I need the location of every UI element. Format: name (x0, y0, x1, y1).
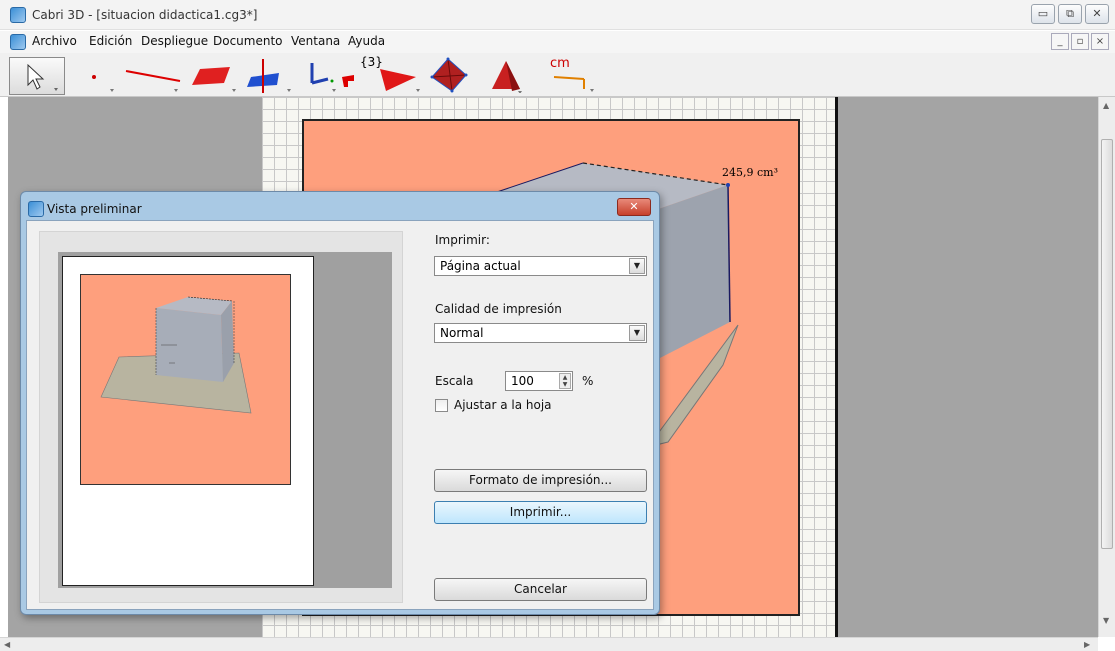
scale-unit: % (582, 374, 594, 388)
horizontal-scrollbar[interactable]: ◀ ▶ (0, 637, 1098, 651)
quality-label: Calidad de impresión (435, 302, 562, 316)
menu-ventana[interactable]: Ventana (291, 34, 340, 48)
polyhedron-tool[interactable] (428, 57, 472, 93)
vertical-scrollbar[interactable]: ▲ ▼ (1098, 97, 1115, 637)
volume-label: 245,9 cm³ (722, 166, 778, 179)
doc-close-button[interactable]: × (1091, 33, 1109, 50)
line-tool[interactable] (122, 57, 182, 93)
title-bar: Cabri 3D - [situacion didactica1.cg3*] ▭… (0, 0, 1115, 30)
vertical-scroll-thumb[interactable] (1101, 139, 1113, 549)
scroll-down-icon[interactable]: ▼ (1103, 616, 1109, 625)
perpendicular-tool[interactable] (245, 57, 295, 93)
close-button[interactable]: ✕ (1085, 4, 1109, 24)
print-select[interactable]: Página actual ▼ (434, 256, 647, 276)
regular-polygon-tool[interactable]: {3} (360, 55, 426, 93)
restore-button[interactable]: ⧉ (1058, 4, 1082, 24)
quality-select[interactable]: Normal ▼ (434, 323, 647, 343)
menu-documento[interactable]: Documento (213, 34, 283, 48)
dialog-title: Vista preliminar (47, 202, 142, 216)
regular-polygon-label: {3} (360, 55, 383, 69)
quality-select-value: Normal (440, 326, 484, 340)
preview-page (62, 256, 314, 586)
fit-to-page-label[interactable]: Ajustar a la hoja (454, 398, 552, 412)
measure-label: cm (550, 56, 570, 71)
print-button[interactable]: Imprimir... (434, 501, 647, 524)
scale-value: 100 (511, 374, 534, 388)
preview-pane (39, 231, 403, 603)
scale-spinner[interactable]: 100 ▲ ▼ (505, 371, 573, 391)
scroll-left-icon[interactable]: ◀ (4, 640, 10, 649)
scroll-up-icon[interactable]: ▲ (1103, 101, 1109, 110)
print-format-button[interactable]: Formato de impresión... (434, 469, 647, 492)
scale-label: Escala (435, 374, 474, 388)
pyramid-tool[interactable] (484, 57, 528, 93)
scroll-right-icon[interactable]: ▶ (1084, 640, 1090, 649)
print-preview-dialog: Vista preliminar ✕ Imprimir: Página actu… (20, 191, 660, 615)
dialog-app-icon (28, 201, 44, 217)
fit-to-page-checkbox[interactable] (435, 399, 448, 412)
toolbar: {3} cm (0, 53, 1115, 97)
menu-edicion[interactable]: Edición (89, 34, 132, 48)
document-icon[interactable] (10, 34, 26, 50)
preview-canvas (80, 274, 291, 485)
pointer-tool[interactable] (9, 57, 65, 95)
point-tool[interactable] (80, 57, 120, 93)
dialog-body: Imprimir: Página actual ▼ Calidad de imp… (26, 220, 654, 610)
minimize-button[interactable]: ▭ (1031, 4, 1055, 24)
plane-tool[interactable] (190, 57, 240, 93)
menu-despliegue[interactable]: Despliegue (141, 34, 208, 48)
menu-archivo[interactable]: Archivo (32, 34, 77, 48)
print-select-value: Página actual (440, 259, 521, 273)
chevron-down-icon[interactable]: ▼ (629, 258, 645, 274)
dialog-close-button[interactable]: ✕ (617, 198, 651, 216)
doc-restore-button[interactable]: ▫ (1071, 33, 1089, 50)
doc-minimize-button[interactable]: _ (1051, 33, 1069, 50)
pointer-icon (27, 63, 58, 91)
preview-cube-drawing (100, 296, 252, 414)
spinner-arrows-icon[interactable]: ▲ ▼ (559, 373, 571, 389)
print-label: Imprimir: (435, 233, 490, 247)
triangle-icon (380, 69, 420, 92)
menu-bar: Archivo Edición Despliegue Documento Ven… (0, 31, 1115, 53)
app-icon (10, 7, 26, 23)
menu-ayuda[interactable]: Ayuda (348, 34, 385, 48)
chevron-down-icon[interactable]: ▼ (629, 325, 645, 341)
measure-tool[interactable]: cm (546, 56, 602, 93)
cancel-button[interactable]: Cancelar (434, 578, 647, 601)
window-title: Cabri 3D - [situacion didactica1.cg3*] (32, 8, 258, 22)
